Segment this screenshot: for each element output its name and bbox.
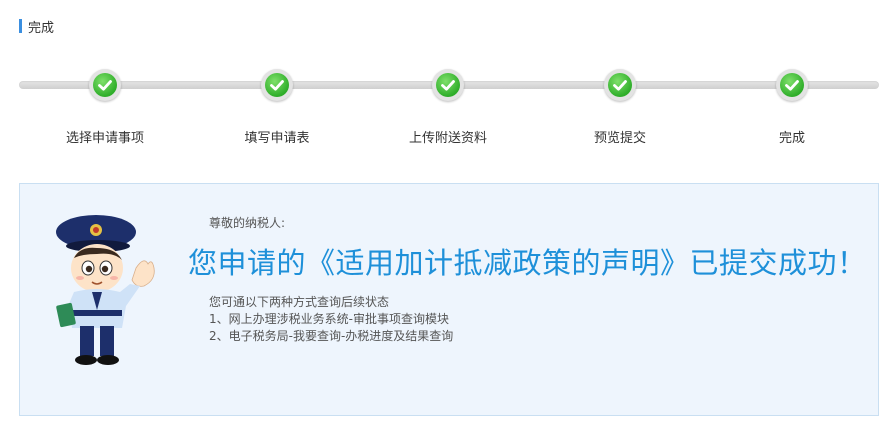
police-mascot-icon (56, 215, 155, 365)
step-select-item: 选择申请事项 (35, 65, 175, 146)
step-label: 选择申请事项 (65, 131, 144, 146)
tip-item: 1、网上办理涉税业务系统-审批事项查询模块 (209, 312, 449, 326)
check-circle-icon (261, 69, 293, 101)
tips-intro: 您可通以下两种方式查询后续状态 (209, 295, 390, 309)
step-preview-submit: 预览提交 (550, 65, 690, 146)
step-label: 填写申请表 (244, 131, 310, 146)
greeting-text: 尊敬的纳税人: (209, 216, 286, 230)
section-title: 完成 (28, 20, 55, 36)
check-circle-icon (776, 69, 808, 101)
step-label: 上传附送资料 (408, 131, 487, 146)
section-header: 完成 (19, 18, 55, 36)
completion-page: 完成 选择申请事项 填写申请表 上传附送资料 预览提交 完成 尊敬的纳税人: 您… (0, 0, 894, 446)
check-circle-icon (432, 69, 464, 101)
result-panel: 尊敬的纳税人: 您申请的《适用加计抵减政策的声明》已提交成功！ 您可通以下两种方… (19, 183, 879, 416)
step-upload-materials: 上传附送资料 (378, 65, 518, 146)
success-headline: 您申请的《适用加计抵减政策的声明》已提交成功！ (188, 246, 867, 280)
step-fill-form: 填写申请表 (207, 65, 347, 146)
follow-up-tips: 您可通以下两种方式查询后续状态 1、网上办理涉税业务系统-审批事项查询模块 2、… (209, 294, 453, 345)
check-circle-icon (89, 69, 121, 101)
step-complete: 完成 (722, 65, 862, 146)
progress-stepper: 选择申请事项 填写申请表 上传附送资料 预览提交 完成 (19, 65, 879, 155)
tip-item: 2、电子税务局-我要查询-办税进度及结果查询 (209, 329, 454, 343)
section-accent-bar (19, 19, 22, 33)
check-circle-icon (604, 69, 636, 101)
step-label: 完成 (778, 131, 805, 146)
step-label: 预览提交 (593, 131, 646, 146)
